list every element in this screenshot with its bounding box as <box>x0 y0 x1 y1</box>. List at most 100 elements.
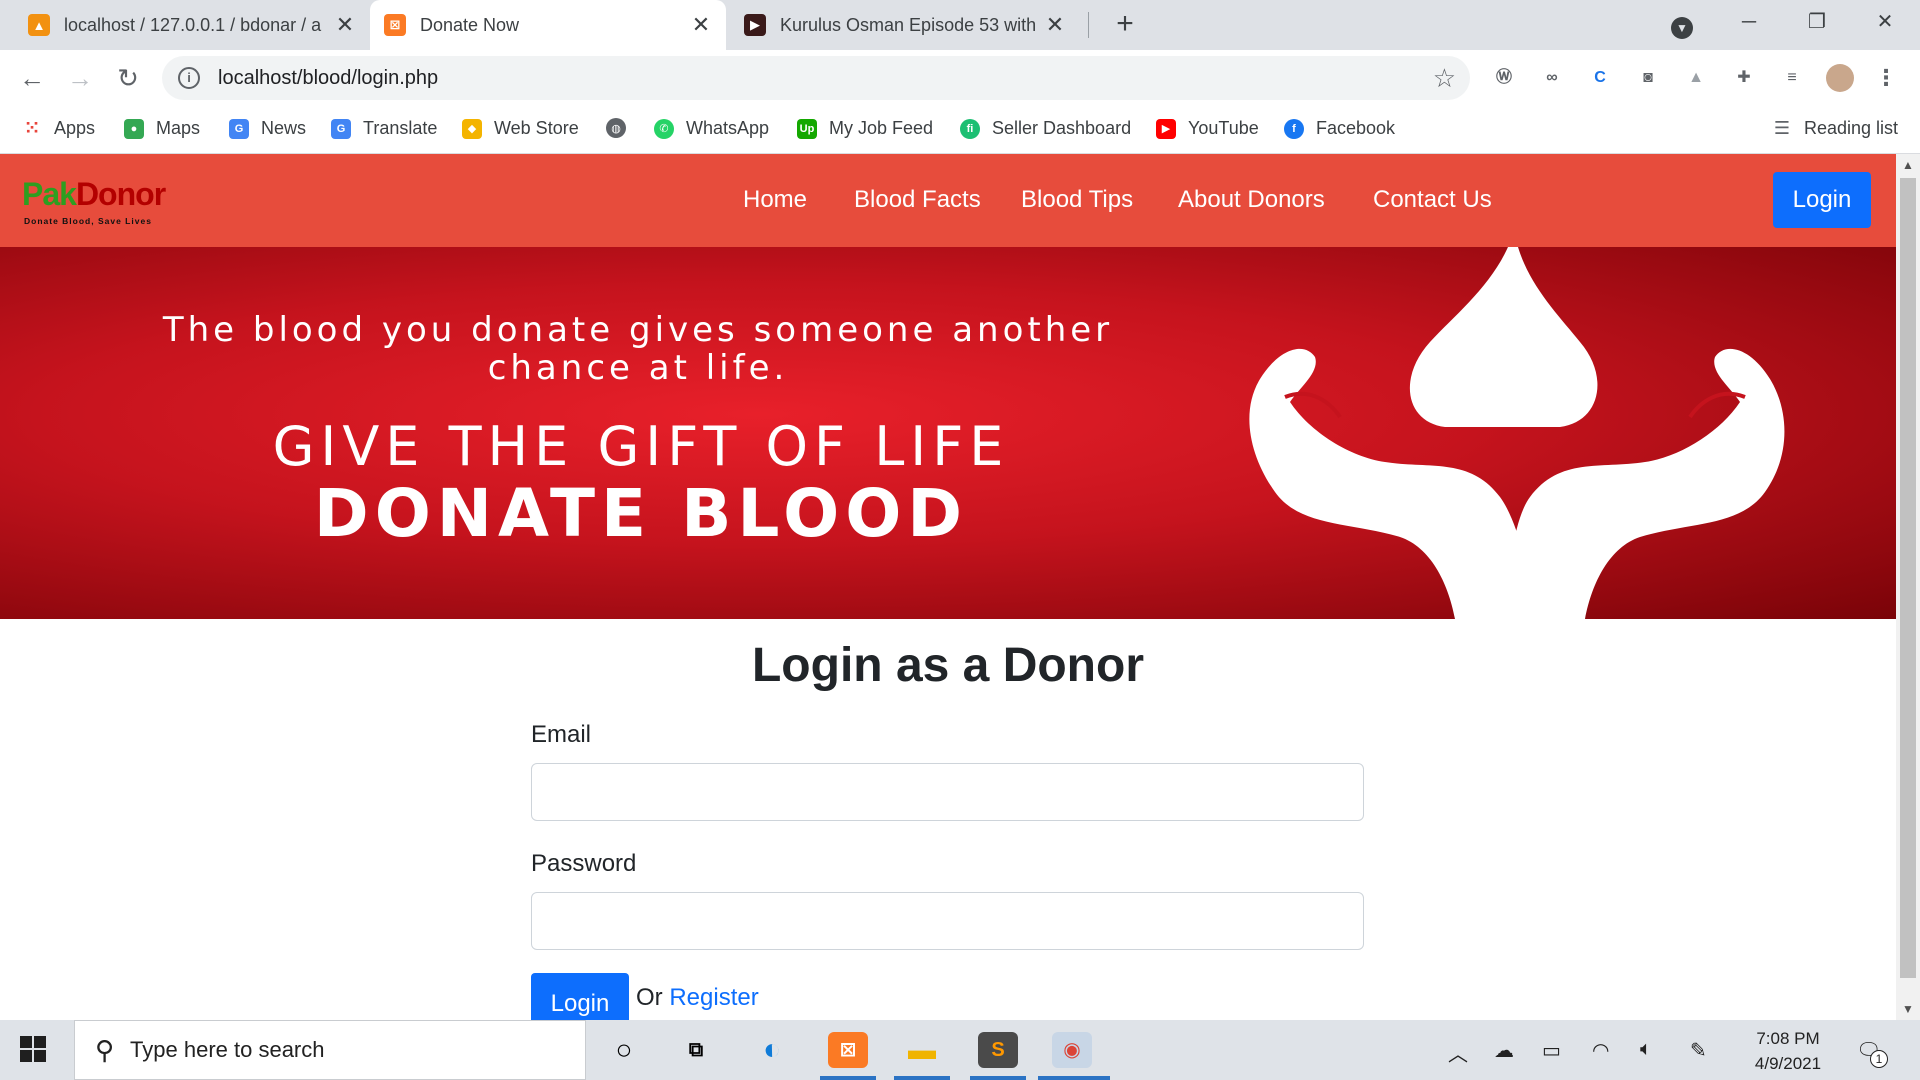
minimize-button[interactable]: ─ <box>1714 0 1784 44</box>
windows-start-button[interactable] <box>20 1036 48 1064</box>
youtube-icon: ▶ <box>1156 118 1176 139</box>
chevron-down-icon: ▼ <box>1671 17 1693 39</box>
sublime-text-icon[interactable]: S <box>978 1032 1018 1068</box>
scroll-up-arrow-icon[interactable]: ▲ <box>1896 158 1920 172</box>
new-tab-button[interactable]: + <box>1108 8 1142 42</box>
bookmark-my-job-feed[interactable]: Up My Job Feed <box>797 118 933 139</box>
site-info-icon[interactable]: i <box>178 67 200 89</box>
restore-button[interactable]: ❐ <box>1782 0 1852 44</box>
password-label: Password <box>531 850 637 877</box>
xampp-taskbar-icon[interactable]: ⊠ <box>828 1032 868 1068</box>
close-tab-icon[interactable]: ✕ <box>334 12 356 38</box>
web-page: PakDonor Donate Blood, Save Lives Home B… <box>0 154 1896 1020</box>
notification-count-badge: 1 <box>1870 1050 1888 1068</box>
bookmark-label: Translate <box>363 118 438 138</box>
banner-headline: GIVE THE GIFT OF LIFE <box>272 415 1010 478</box>
nav-blood-tips[interactable]: Blood Tips <box>1021 186 1133 214</box>
bookmark-label: Facebook <box>1316 118 1396 138</box>
wifi-icon[interactable]: ◠ <box>1592 1038 1609 1063</box>
logo-tagline: Donate Blood, Save Lives <box>24 216 152 226</box>
tab-donate-now[interactable]: ⊠ Donate Now ✕ <box>370 0 726 50</box>
tab-kurulus-osman[interactable]: ▶ Kurulus Osman Episode 53 with E ✕ <box>730 0 1080 50</box>
whatsapp-icon: ✆ <box>654 118 674 139</box>
chrome-taskbar-icon[interactable]: ◉ <box>1052 1032 1092 1068</box>
running-indicator <box>970 1076 1026 1080</box>
forward-button[interactable]: → <box>62 60 98 96</box>
register-link[interactable]: Register <box>669 984 758 1011</box>
facebook-icon: f <box>1284 118 1304 139</box>
back-button[interactable]: ← <box>14 60 50 96</box>
bookmark-apps[interactable]: ⁙ Apps <box>22 118 95 139</box>
task-view-icon[interactable]: ⧉ <box>676 1032 716 1068</box>
translate-icon: G <box>331 118 351 139</box>
bookmark-star-icon[interactable]: ☆ <box>1433 63 1456 94</box>
video-site-icon: ▶ <box>744 14 766 36</box>
banner-subheadline: DONATE BLOOD <box>313 475 969 552</box>
login-submit-button[interactable]: Login <box>531 973 629 1020</box>
notifications-icon[interactable]: 🗨︎ 1 <box>1856 1038 1888 1068</box>
extension-cloud-icon[interactable]: ∞ <box>1538 64 1566 92</box>
taskbar-clock[interactable]: 7:08 PM 4/9/2021 <box>1740 1026 1836 1076</box>
close-tab-icon[interactable]: ✕ <box>1044 12 1066 38</box>
maps-icon: ● <box>124 118 144 139</box>
bookmark-translate[interactable]: G Translate <box>331 118 437 139</box>
edge-browser-icon[interactable]: ◐ <box>752 1032 792 1068</box>
bookmark-globe[interactable]: ◍ <box>606 118 638 138</box>
taskbar-search-box[interactable]: ⚲ Type here to search <box>74 1020 586 1080</box>
reload-button[interactable]: ↻ <box>110 60 146 96</box>
nav-login-button[interactable]: Login <box>1773 172 1871 228</box>
extensions-puzzle-icon[interactable]: ✚ <box>1730 64 1758 92</box>
nav-about-donors[interactable]: About Donors <box>1178 186 1325 214</box>
clock-date: 4/9/2021 <box>1754 1054 1822 1073</box>
bookmark-maps[interactable]: ● Maps <box>124 118 200 139</box>
bookmark-facebook[interactable]: f Facebook <box>1284 118 1395 139</box>
bookmark-label: News <box>261 118 307 138</box>
running-indicator <box>1038 1076 1110 1080</box>
url-text[interactable]: localhost/blood/login.php <box>218 67 438 90</box>
close-window-button[interactable]: ✕ <box>1850 0 1920 44</box>
password-input[interactable] <box>531 892 1364 950</box>
nav-home[interactable]: Home <box>743 186 807 214</box>
extension-c-icon[interactable]: C <box>1586 64 1614 92</box>
browser-toolbar: ← → ↻ i localhost/blood/login.php ☆ Ⓦ ∞ … <box>0 50 1920 106</box>
cortana-icon[interactable]: ○ <box>604 1032 644 1068</box>
reading-list-icon: ☰ <box>1773 118 1791 138</box>
scroll-down-arrow-icon[interactable]: ▼ <box>1896 1002 1920 1016</box>
volume-icon[interactable]: 🔈︎ <box>1640 1038 1652 1061</box>
fiverr-icon: fi <box>960 118 980 139</box>
menu-kebab-icon[interactable]: ⋮ <box>1872 64 1900 92</box>
media-control-icon[interactable]: ≡ <box>1778 64 1806 92</box>
tab-phpmyadmin[interactable]: ▲ localhost / 127.0.0.1 / bdonar / a ✕ <box>14 0 370 50</box>
pen-workspace-icon[interactable]: ✎ <box>1690 1038 1707 1063</box>
nav-contact-us[interactable]: Contact Us <box>1373 186 1492 214</box>
bookmark-web-store[interactable]: ◆ Web Store <box>462 118 579 139</box>
bookmark-news[interactable]: G News <box>229 118 306 139</box>
hands-blood-drop-illustration <box>1249 247 1785 619</box>
email-label: Email <box>531 721 592 748</box>
or-text: Or <box>636 984 663 1011</box>
page-scrollbar[interactable]: ▲ ▼ <box>1896 154 1920 1020</box>
extension-a-icon[interactable]: ▲ <box>1682 64 1710 92</box>
email-input[interactable] <box>531 763 1364 821</box>
tab-search-button[interactable]: ▼ <box>1646 4 1718 48</box>
bookmark-seller-dashboard[interactable]: fi Seller Dashboard <box>960 118 1131 139</box>
close-tab-icon[interactable]: ✕ <box>690 12 712 38</box>
battery-icon[interactable]: ▭ <box>1542 1038 1561 1063</box>
onedrive-cloud-icon[interactable]: ☁ <box>1494 1038 1514 1063</box>
phpmyadmin-icon: ▲ <box>28 14 50 36</box>
camera-icon[interactable]: ◙ <box>1634 64 1662 92</box>
hero-banner: The blood you donate gives someone anoth… <box>0 247 1896 619</box>
address-bar[interactable]: i localhost/blood/login.php ☆ <box>162 56 1470 100</box>
profile-avatar[interactable] <box>1826 64 1854 92</box>
bookmark-youtube[interactable]: ▶ YouTube <box>1156 118 1259 139</box>
site-logo[interactable]: PakDonor Donate Blood, Save Lives <box>22 176 172 228</box>
bookmark-whatsapp[interactable]: ✆ WhatsApp <box>654 118 769 139</box>
scrollbar-thumb[interactable] <box>1900 178 1916 978</box>
file-explorer-icon[interactable]: ▬ <box>902 1032 942 1068</box>
show-hidden-icons-chevron-icon[interactable]: ︿ <box>1448 1038 1468 1067</box>
reading-list-button[interactable]: ☰ Reading list <box>1772 118 1898 139</box>
wordpress-icon[interactable]: Ⓦ <box>1490 64 1518 92</box>
nav-blood-facts[interactable]: Blood Facts <box>854 186 981 214</box>
bookmark-label: YouTube <box>1188 118 1259 138</box>
search-placeholder: Type here to search <box>130 1037 325 1062</box>
